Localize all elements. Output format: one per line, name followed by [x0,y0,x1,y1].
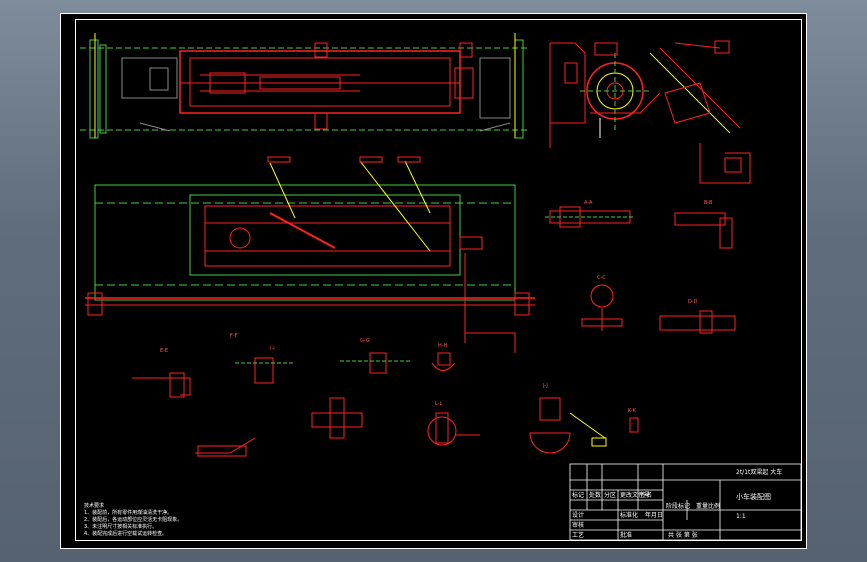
section-label-f: F-F [230,333,238,339]
scale-label: 比例 [708,503,721,510]
section-label-i: I-I [270,346,275,352]
drawing-name: 小车装配图 [736,493,771,501]
standard-label: 标准化 [620,512,639,519]
note-line-2: 2、装配后，各运动部位应灵活无卡阻现象。 [84,517,183,523]
section-label-d: D-D [688,299,698,305]
section-label-k: K-K [628,408,636,414]
date-label: 年月日 [645,512,664,519]
scale-value: 1:1 [736,513,746,520]
checked-label: 审核 [572,522,585,529]
crane-plan-view [85,156,535,353]
mass-label: 重量 [696,503,709,510]
crane-top-view [80,33,530,139]
inner-border [75,19,802,541]
drawing-sheet: 2t/1t双梁起 大车 小车装配图 阶段标记 重量 比例 1:1 共 张 第 张… [60,13,807,549]
approved-label: 批准 [620,532,633,539]
section-label-j: J-J [543,383,548,389]
trolley-side-view [549,40,751,184]
section-label-b: B-B [704,200,713,206]
section-label-c: C-C [597,275,606,281]
sheets-label: 共 张 第 张 [668,532,698,539]
technical-notes: 技术要求 1、装配前，所有零件用煤油清洗干净。 2、装配后，各运动部位应灵活无卡… [84,503,182,538]
notes-heading: 技术要求 [84,503,105,509]
zone-label: 分区 [604,492,617,499]
note-line-3: 3、未注明尺寸按相关标准执行。 [84,524,158,530]
stage-mark-label: 阶段标记 [666,503,691,510]
section-label-g: G-G [360,338,370,344]
note-line-1: 1、装配前，所有零件用煤油清洗干净。 [84,510,173,516]
section-label-l: L-L [435,401,443,407]
section-label-e: E-E [160,348,169,354]
marks-label: 标记 [572,492,585,499]
project-title: 2t/1t双梁起 大车 [736,469,783,476]
signature-label: 签名 [640,492,653,499]
count-label: 处数 [589,492,602,499]
section-details [132,206,736,457]
section-label-h: H-H [438,343,448,349]
outer-border [60,13,807,549]
section-label-a: A-A [584,200,593,206]
note-line-4: 4、装配完成后进行空载试运转检查。 [84,531,168,537]
craft-label: 工艺 [572,532,585,539]
designed-label: 设计 [572,512,585,519]
